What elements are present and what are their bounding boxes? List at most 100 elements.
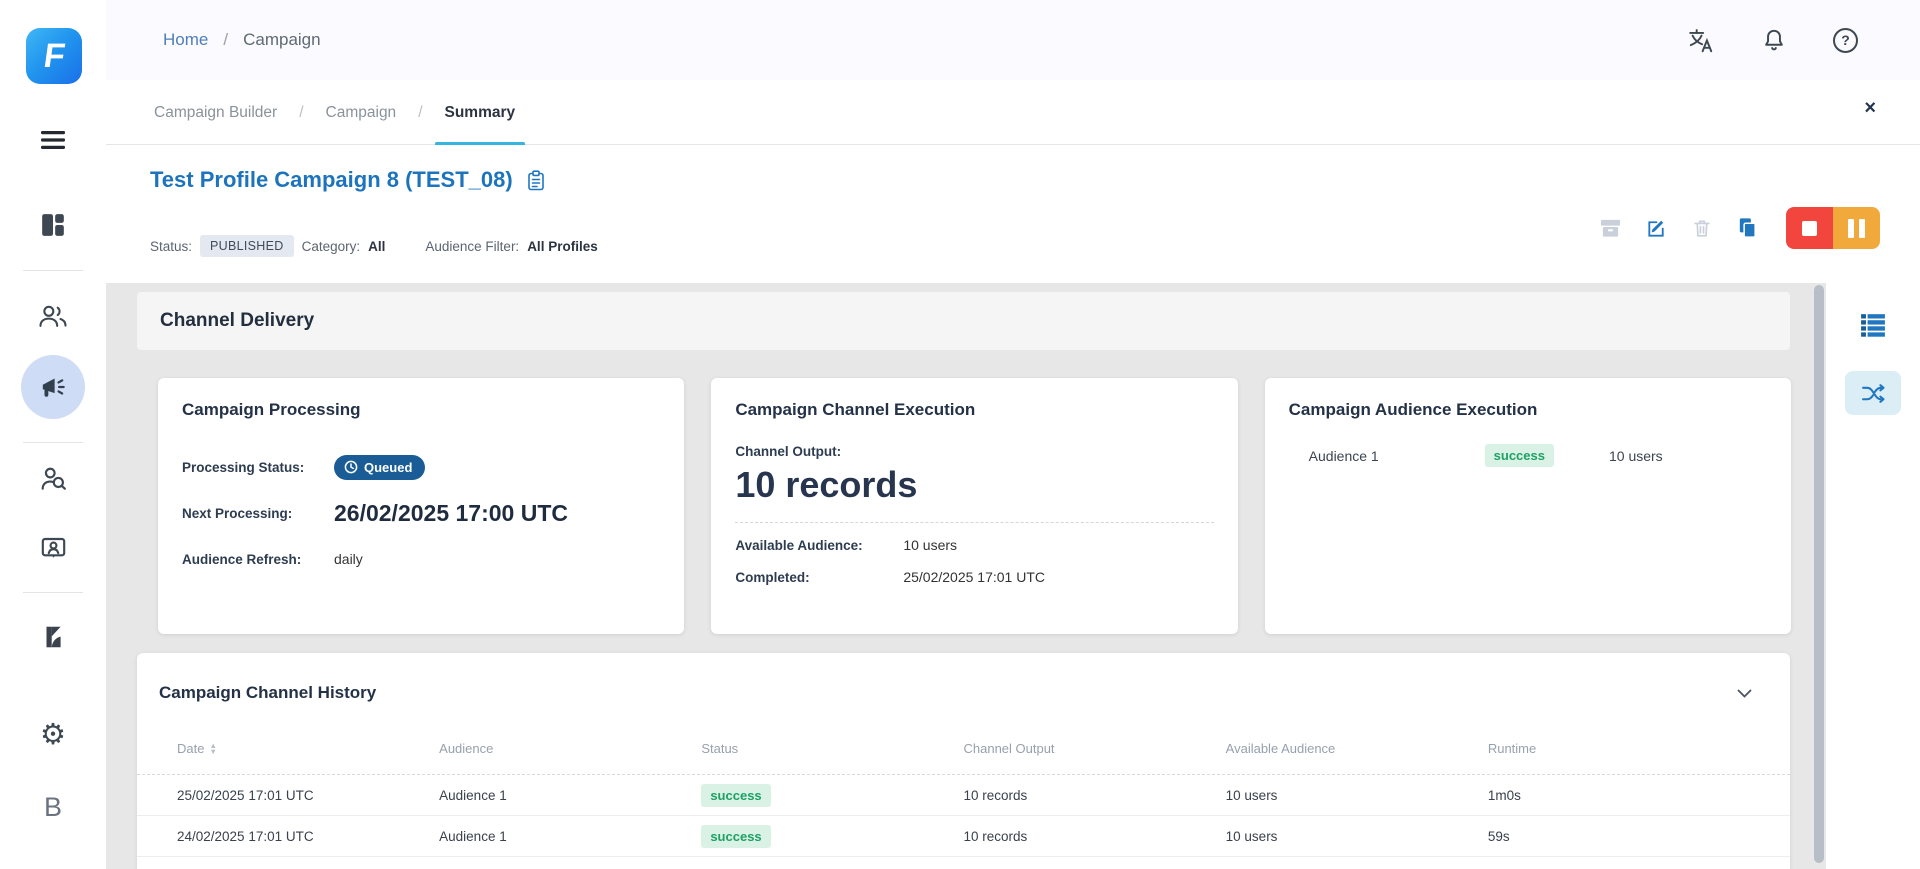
breadcrumb: Home / Campaign (163, 0, 321, 80)
help-icon: ? (1833, 28, 1858, 53)
tab-bar: Campaign Builder / Campaign / Summary × (106, 80, 1920, 145)
stop-button[interactable] (1786, 207, 1833, 249)
copy-to-clipboard-button[interactable] (527, 170, 545, 191)
user-search-icon (40, 466, 67, 492)
success-badge: success (701, 825, 770, 848)
tab-summary-active[interactable]: Summary (439, 80, 522, 145)
history-title: Campaign Channel History (159, 683, 376, 703)
history-header: Campaign Channel History (137, 683, 1790, 703)
tab-campaign[interactable]: Campaign (320, 80, 403, 145)
cell-channel-output: 10 records (963, 829, 1225, 844)
pause-button[interactable] (1833, 207, 1880, 249)
audience-users: 10 users (1609, 448, 1759, 464)
history-table-header: Date ▲ ▼ Audience Status Channel Output … (137, 741, 1790, 775)
collapse-button[interactable] (1737, 689, 1752, 698)
channel-output-label: Channel Output: (735, 444, 1213, 459)
completed-row: Completed: 25/02/2025 17:01 UTC (735, 561, 1213, 593)
sidebar-item-audiences[interactable] (0, 292, 106, 340)
dashed-divider (735, 522, 1213, 523)
sidebar-item-user-search[interactable] (0, 455, 106, 503)
delete-button-disabled[interactable] (1691, 217, 1713, 240)
next-processing-label: Next Processing: (182, 506, 334, 521)
cell-available-audience: 10 users (1226, 788, 1488, 803)
category-value: All (368, 239, 385, 254)
campaign-channel-history-card: Campaign Channel History Date ▲ ▼ Audien… (137, 653, 1790, 869)
audience-refresh-row: Audience Refresh: daily (182, 536, 660, 582)
edit-icon (1645, 217, 1668, 240)
completed-value: 25/02/2025 17:01 UTC (903, 569, 1045, 585)
brand-logo-letter: F (41, 39, 67, 73)
sidebar-divider (23, 270, 83, 271)
channel-output-value: 10 records (735, 463, 1213, 506)
cell-audience: Audience 1 (439, 788, 701, 803)
campaign-channel-execution-card: Campaign Channel Execution Channel Outpu… (711, 378, 1237, 634)
tab-campaign-builder[interactable]: Campaign Builder (148, 80, 283, 145)
list-view-icon (1860, 313, 1886, 337)
category-label: Category: (302, 239, 361, 254)
clock-icon (344, 460, 358, 474)
tabs: Campaign Builder / Campaign / Summary (148, 80, 521, 145)
audience-refresh-value: daily (334, 551, 363, 567)
page-title: Test Profile Campaign 8 (TEST_08) (150, 167, 513, 192)
cell-channel-output: 10 records (963, 788, 1225, 803)
sidebar-item-b[interactable]: B (0, 783, 106, 831)
gear-icon: ⚙ (40, 721, 66, 750)
translate-icon (1687, 27, 1715, 54)
language-button[interactable] (1687, 27, 1715, 54)
processing-status-row: Processing Status: Queued (182, 444, 660, 490)
detail-list-view-button[interactable] (1860, 313, 1886, 337)
campaign-actions (1599, 207, 1880, 249)
right-rail (1826, 283, 1920, 869)
sidebar-item-campaigns-active[interactable] (21, 355, 85, 419)
success-badge: success (1485, 444, 1554, 467)
sidebar-divider (23, 442, 83, 443)
chevron-down-icon (1737, 689, 1752, 698)
page-title-row: Test Profile Campaign 8 (TEST_08) (150, 167, 545, 193)
audience-name: Audience 1 (1309, 448, 1485, 464)
cell-status: success (701, 788, 963, 803)
sidebar-item-analytics[interactable] (0, 613, 106, 661)
campaign-meta-row: Status: PUBLISHED Category: All Audience… (150, 235, 598, 257)
available-audience-row: Available Audience: 10 users (735, 529, 1213, 561)
help-button[interactable]: ? (1833, 28, 1858, 53)
menu-button[interactable] (0, 116, 106, 164)
cell-runtime: 1m0s (1488, 788, 1750, 803)
column-header-available-audience: Available Audience (1226, 741, 1488, 756)
column-header-runtime: Runtime (1488, 741, 1750, 756)
available-audience-value: 10 users (903, 537, 957, 553)
duplicate-button[interactable] (1736, 216, 1759, 240)
b-letter-icon: B (44, 792, 62, 823)
delivery-cards-row: Campaign Processing Processing Status: Q… (158, 378, 1791, 634)
breadcrumb-home-link[interactable]: Home (163, 30, 208, 50)
archive-button-disabled[interactable] (1599, 217, 1622, 239)
campaign-audience-execution-card: Campaign Audience Execution Audience 1 s… (1265, 378, 1791, 634)
users-icon (38, 304, 68, 328)
scrollbar-thumb[interactable] (1814, 285, 1824, 863)
settings-button[interactable]: ⚙ (0, 711, 106, 759)
column-header-date[interactable]: Date ▲ ▼ (177, 741, 439, 756)
left-sidebar: F (0, 0, 106, 869)
status-badge: PUBLISHED (200, 235, 294, 257)
notifications-button[interactable] (1761, 27, 1787, 53)
top-bar: Home / Campaign (106, 0, 1920, 80)
cell-available-audience: 10 users (1226, 829, 1488, 844)
brand-logo[interactable]: F (26, 28, 82, 84)
card-title: Campaign Channel Execution (735, 400, 1213, 420)
pause-icon (1848, 219, 1854, 238)
history-table-row: 25/02/2025 17:01 UTC Audience 1 success … (137, 775, 1790, 816)
card-title: Campaign Processing (182, 400, 660, 420)
trash-icon (1691, 217, 1713, 240)
sort-icon[interactable]: ▲ ▼ (209, 743, 216, 755)
cell-audience: Audience 1 (439, 829, 701, 844)
audience-refresh-label: Audience Refresh: (182, 552, 334, 567)
close-icon[interactable]: × (1864, 98, 1876, 118)
queued-badge-label: Queued (364, 460, 412, 475)
sidebar-item-dashboard[interactable] (0, 201, 106, 249)
flow-view-button-active[interactable] (1845, 371, 1901, 415)
history-table-row: 24/02/2025 17:01 UTC Audience 1 success … (137, 816, 1790, 857)
column-header-status: Status (701, 741, 963, 756)
sidebar-item-contacts[interactable] (0, 524, 106, 572)
breadcrumb-current: Campaign (243, 30, 321, 50)
column-header-channel-output: Channel Output (963, 741, 1225, 756)
edit-button[interactable] (1645, 217, 1668, 240)
